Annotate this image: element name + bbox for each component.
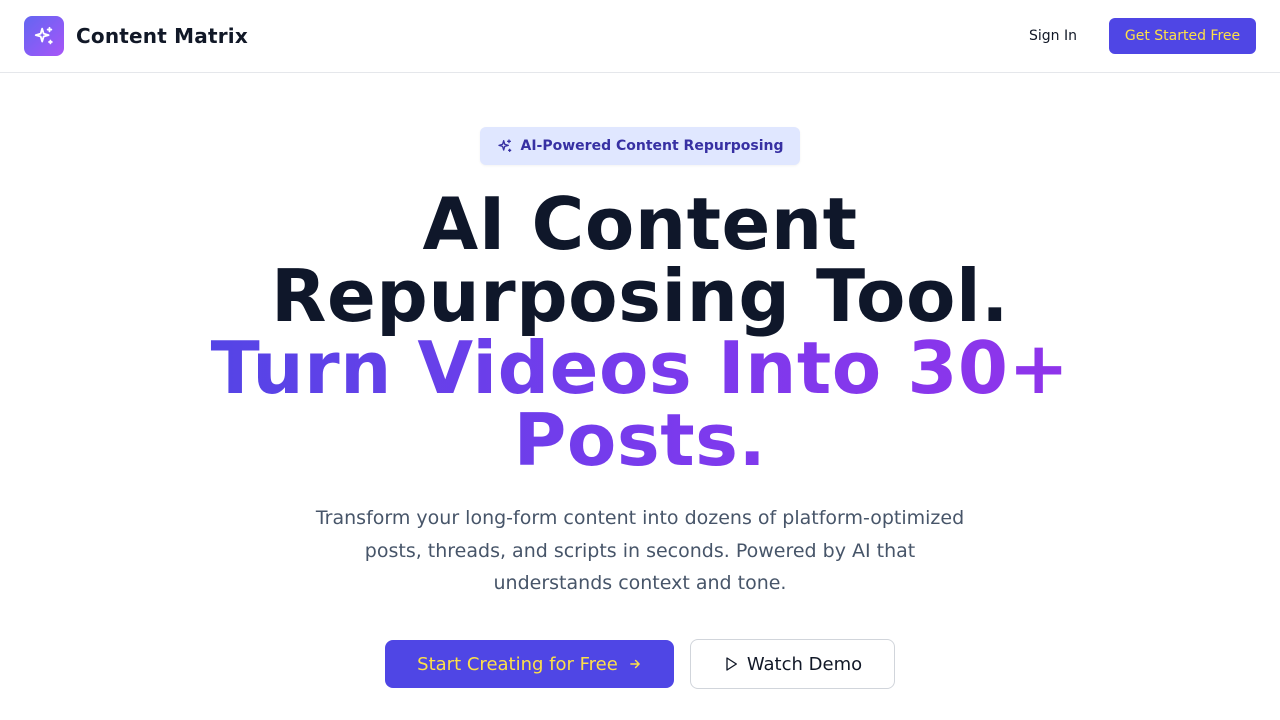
brand-name: Content Matrix — [76, 24, 248, 48]
start-creating-button[interactable]: Start Creating for Free — [385, 640, 674, 688]
headline-accent-line-1: Turn Videos Into 30+ — [140, 332, 1140, 404]
headline-line-2: Repurposing Tool. — [271, 254, 1009, 338]
headline-line-1: AI Content — [422, 182, 858, 266]
top-navbar: Content Matrix Sign In Get Started Free — [0, 0, 1280, 73]
sign-in-button[interactable]: Sign In — [1013, 18, 1093, 54]
watch-demo-label: Watch Demo — [746, 653, 863, 675]
get-started-button[interactable]: Get Started Free — [1109, 18, 1256, 54]
hero-subtitle: Transform your long-form content into do… — [315, 507, 965, 594]
hero-badge: AI-Powered Content Repurposing — [480, 127, 800, 165]
sparkles-icon — [497, 138, 513, 154]
start-creating-label: Start Creating for Free — [417, 653, 618, 675]
hero-headline: AI Content Repurposing Tool. Turn Videos… — [140, 188, 1140, 476]
sparkles-icon — [24, 16, 64, 56]
play-icon — [723, 656, 739, 672]
badge-label: AI-Powered Content Repurposing — [520, 138, 784, 154]
watch-demo-button[interactable]: Watch Demo — [690, 639, 895, 689]
arrow-right-icon — [628, 657, 642, 671]
brand-link[interactable]: Content Matrix — [24, 16, 248, 56]
headline-accent-line-2: Posts. — [140, 404, 1140, 476]
